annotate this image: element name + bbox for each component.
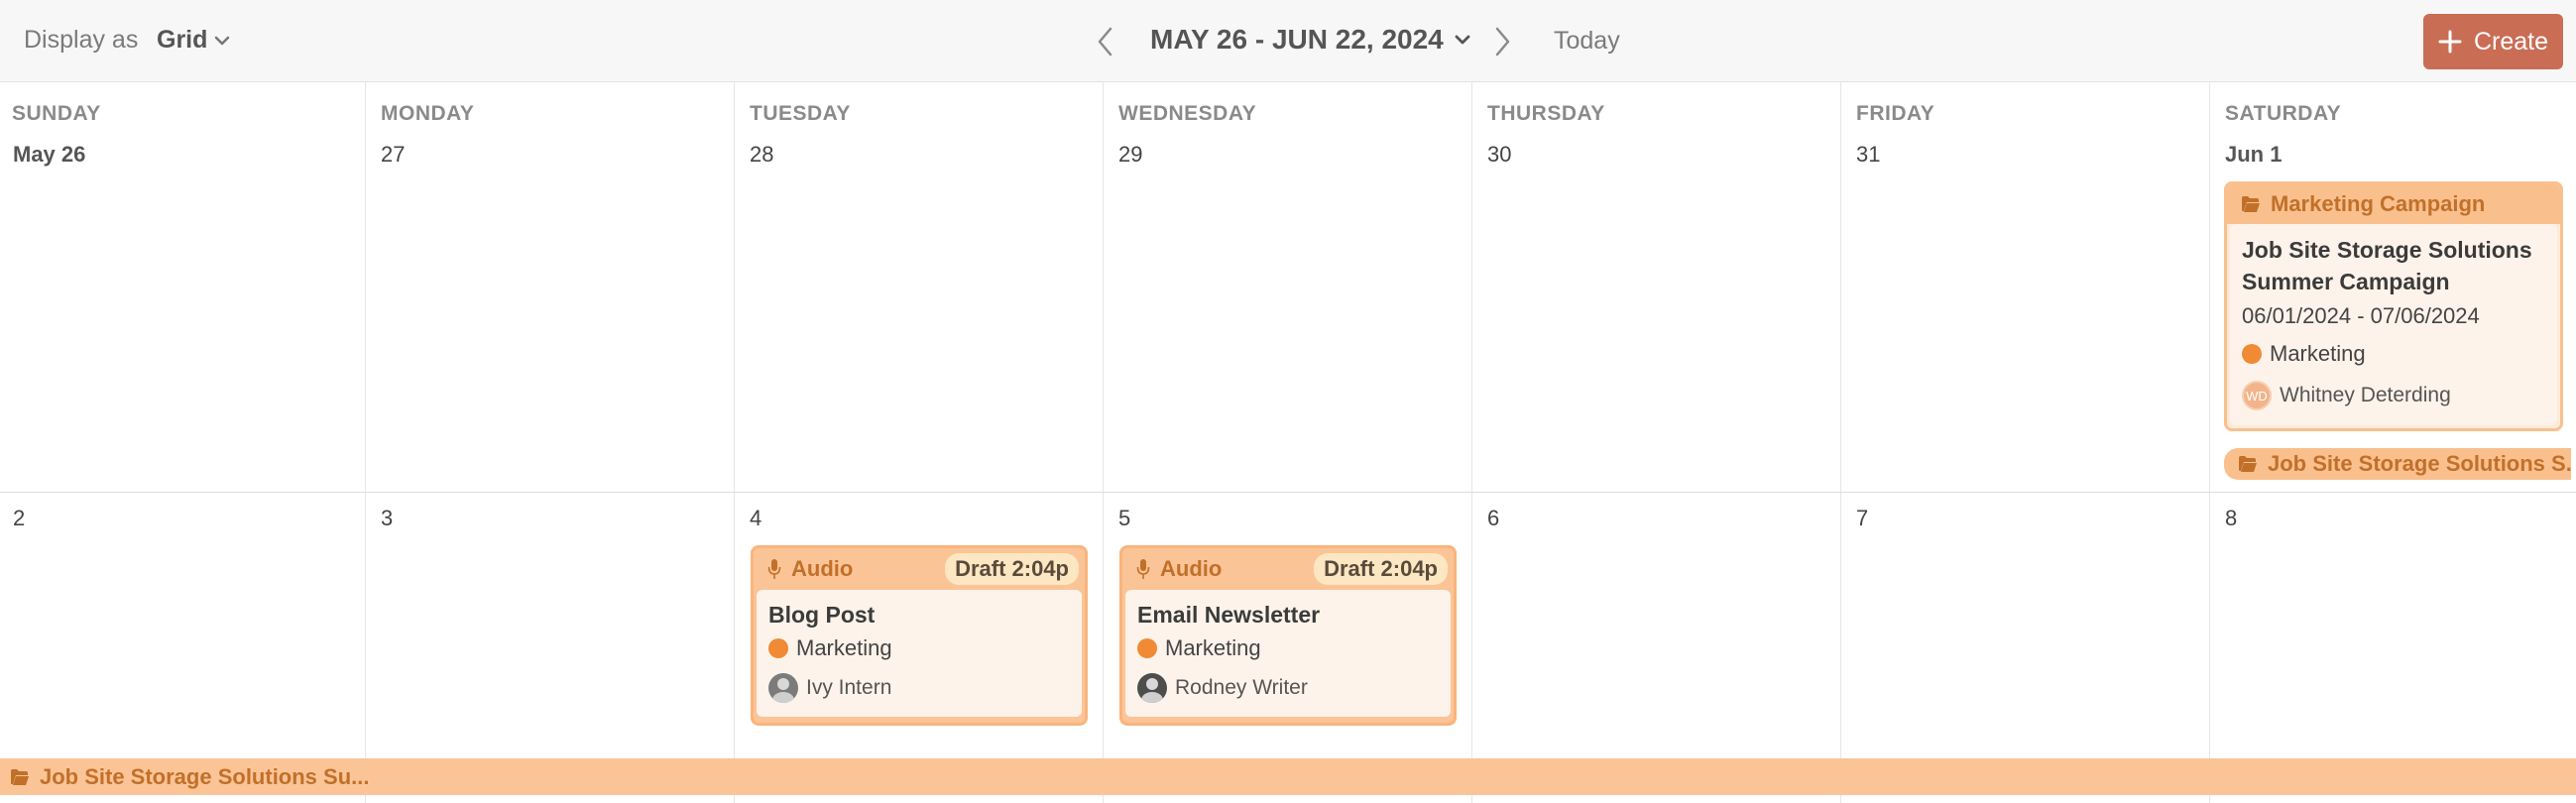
weekday-header-friday: FRIDAY	[1856, 102, 1935, 125]
status-badge: Draft 2:04p	[945, 553, 1079, 585]
campaign-card-body: Job Site Storage Solutions Summer Campai…	[2230, 224, 2557, 425]
column-divider	[1103, 82, 1104, 803]
campaign-category: Marketing Campaign	[2271, 191, 2486, 216]
day-number[interactable]: 2	[13, 506, 25, 531]
folder-open-icon	[2239, 456, 2257, 472]
avatar	[768, 673, 798, 703]
content-title: Blog Post	[768, 602, 876, 628]
content-owner-name: Rodney Writer	[1175, 676, 1308, 699]
plus-icon	[2438, 30, 2462, 54]
content-tag: Marketing	[768, 635, 1070, 661]
date-range-label: MAY 26 - JUN 22, 2024	[1150, 24, 1444, 55]
content-owner: Rodney Writer	[1137, 673, 1439, 703]
column-divider	[734, 82, 735, 803]
campaign-card-header: Marketing Campaign	[2227, 184, 2560, 224]
microphone-icon	[1136, 559, 1150, 579]
day-number[interactable]: 7	[1856, 506, 1868, 531]
content-type-label: Audio	[791, 556, 854, 581]
content-card-body: Blog Post Marketing Ivy Intern	[757, 590, 1082, 717]
day-number[interactable]: Jun 1	[2225, 142, 2282, 168]
content-title: Email Newsletter	[1137, 602, 1321, 628]
chevron-left-icon	[1098, 27, 1112, 57]
date-range-picker[interactable]: MAY 26 - JUN 22, 2024	[1150, 24, 1471, 56]
campaign-owner-name: Whitney Deterding	[2280, 384, 2451, 406]
content-tag-label: Marketing	[796, 635, 892, 660]
day-number[interactable]: 6	[1487, 506, 1499, 531]
folder-open-icon	[11, 768, 29, 785]
campaign-tag: Marketing	[2242, 341, 2545, 367]
next-period-button[interactable]	[1487, 22, 1517, 61]
content-owner: Ivy Intern	[768, 673, 1070, 703]
column-divider	[1840, 82, 1841, 803]
chevron-right-icon	[1495, 27, 1510, 57]
content-tag-label: Marketing	[1165, 635, 1261, 660]
tag-color-dot	[2242, 344, 2262, 364]
day-number[interactable]: 30	[1487, 142, 1511, 168]
week-divider	[0, 492, 2576, 493]
content-type: Audio	[767, 556, 853, 582]
content-owner-name: Ivy Intern	[806, 676, 892, 699]
today-button[interactable]: Today	[1554, 27, 1620, 56]
weekday-header-saturday: SATURDAY	[2225, 102, 2342, 125]
column-divider	[2209, 82, 2210, 803]
campaign-span-bar[interactable]: Job Site Storage Solutions Su...	[0, 758, 2576, 795]
calendar-toolbar: Display as Grid MAY 26 - JUN 22, 2024 To…	[0, 0, 2576, 82]
view-mode-dropdown[interactable]: Grid	[157, 26, 231, 55]
weekday-header-thursday: THURSDAY	[1487, 102, 1605, 125]
status-badge: Draft 2:04p	[1314, 553, 1448, 585]
folder-open-icon	[2242, 196, 2260, 212]
column-divider	[365, 82, 366, 803]
view-mode-value: Grid	[157, 26, 208, 54]
weekday-header-tuesday: TUESDAY	[750, 102, 851, 125]
weekday-header-monday: MONDAY	[381, 102, 475, 125]
column-divider	[1471, 82, 1472, 803]
display-as-label: Display as	[24, 26, 139, 54]
microphone-icon	[767, 559, 781, 579]
campaign-card[interactable]: Marketing Campaign Job Site Storage Solu…	[2224, 181, 2563, 431]
campaign-dates: 06/01/2024 - 07/06/2024	[2242, 303, 2480, 328]
content-card-header: Audio Draft 2:04p	[754, 548, 1085, 590]
day-number[interactable]: May 26	[13, 142, 85, 168]
campaign-span-label: Job Site Storage Solutions Su...	[40, 763, 370, 789]
create-button[interactable]: Create	[2423, 14, 2563, 69]
day-number[interactable]: 5	[1118, 506, 1130, 531]
weekday-header-wednesday: WEDNESDAY	[1118, 102, 1257, 125]
tag-color-dot	[768, 638, 788, 658]
content-card[interactable]: Audio Draft 2:04p Email Newsletter Marke…	[1119, 545, 1457, 726]
weekday-header-sunday: SUNDAY	[12, 102, 101, 125]
previous-period-button[interactable]	[1091, 22, 1120, 61]
campaign-title: Job Site Storage Solutions Summer Campai…	[2242, 237, 2532, 294]
day-number[interactable]: 31	[1856, 142, 1880, 168]
campaign-owner: WD Whitney Deterding	[2242, 381, 2545, 410]
create-button-label: Create	[2473, 27, 2549, 56]
content-tag: Marketing	[1137, 635, 1439, 661]
day-number[interactable]: 4	[750, 506, 761, 531]
content-type-label: Audio	[1160, 556, 1223, 581]
chevron-down-icon	[215, 36, 230, 45]
day-number[interactable]: 27	[381, 142, 405, 168]
avatar: WD	[2242, 381, 2272, 410]
tag-color-dot	[1137, 638, 1157, 658]
day-number[interactable]: 28	[750, 142, 773, 168]
day-number[interactable]: 3	[381, 506, 393, 531]
day-number[interactable]: 29	[1118, 142, 1142, 168]
content-type: Audio	[1136, 556, 1222, 582]
campaign-tag-label: Marketing	[2270, 341, 2366, 366]
content-card-header: Audio Draft 2:04p	[1122, 548, 1454, 590]
avatar	[1137, 673, 1167, 703]
content-card-body: Email Newsletter Marketing Rodney Writer	[1125, 590, 1451, 717]
campaign-span-bar[interactable]: Job Site Storage Solutions S...	[2224, 448, 2571, 480]
chevron-down-icon	[1455, 35, 1470, 45]
campaign-span-label: Job Site Storage Solutions S...	[2268, 451, 2571, 476]
day-number[interactable]: 8	[2225, 506, 2237, 531]
content-card[interactable]: Audio Draft 2:04p Blog Post Marketing Iv…	[751, 545, 1088, 726]
